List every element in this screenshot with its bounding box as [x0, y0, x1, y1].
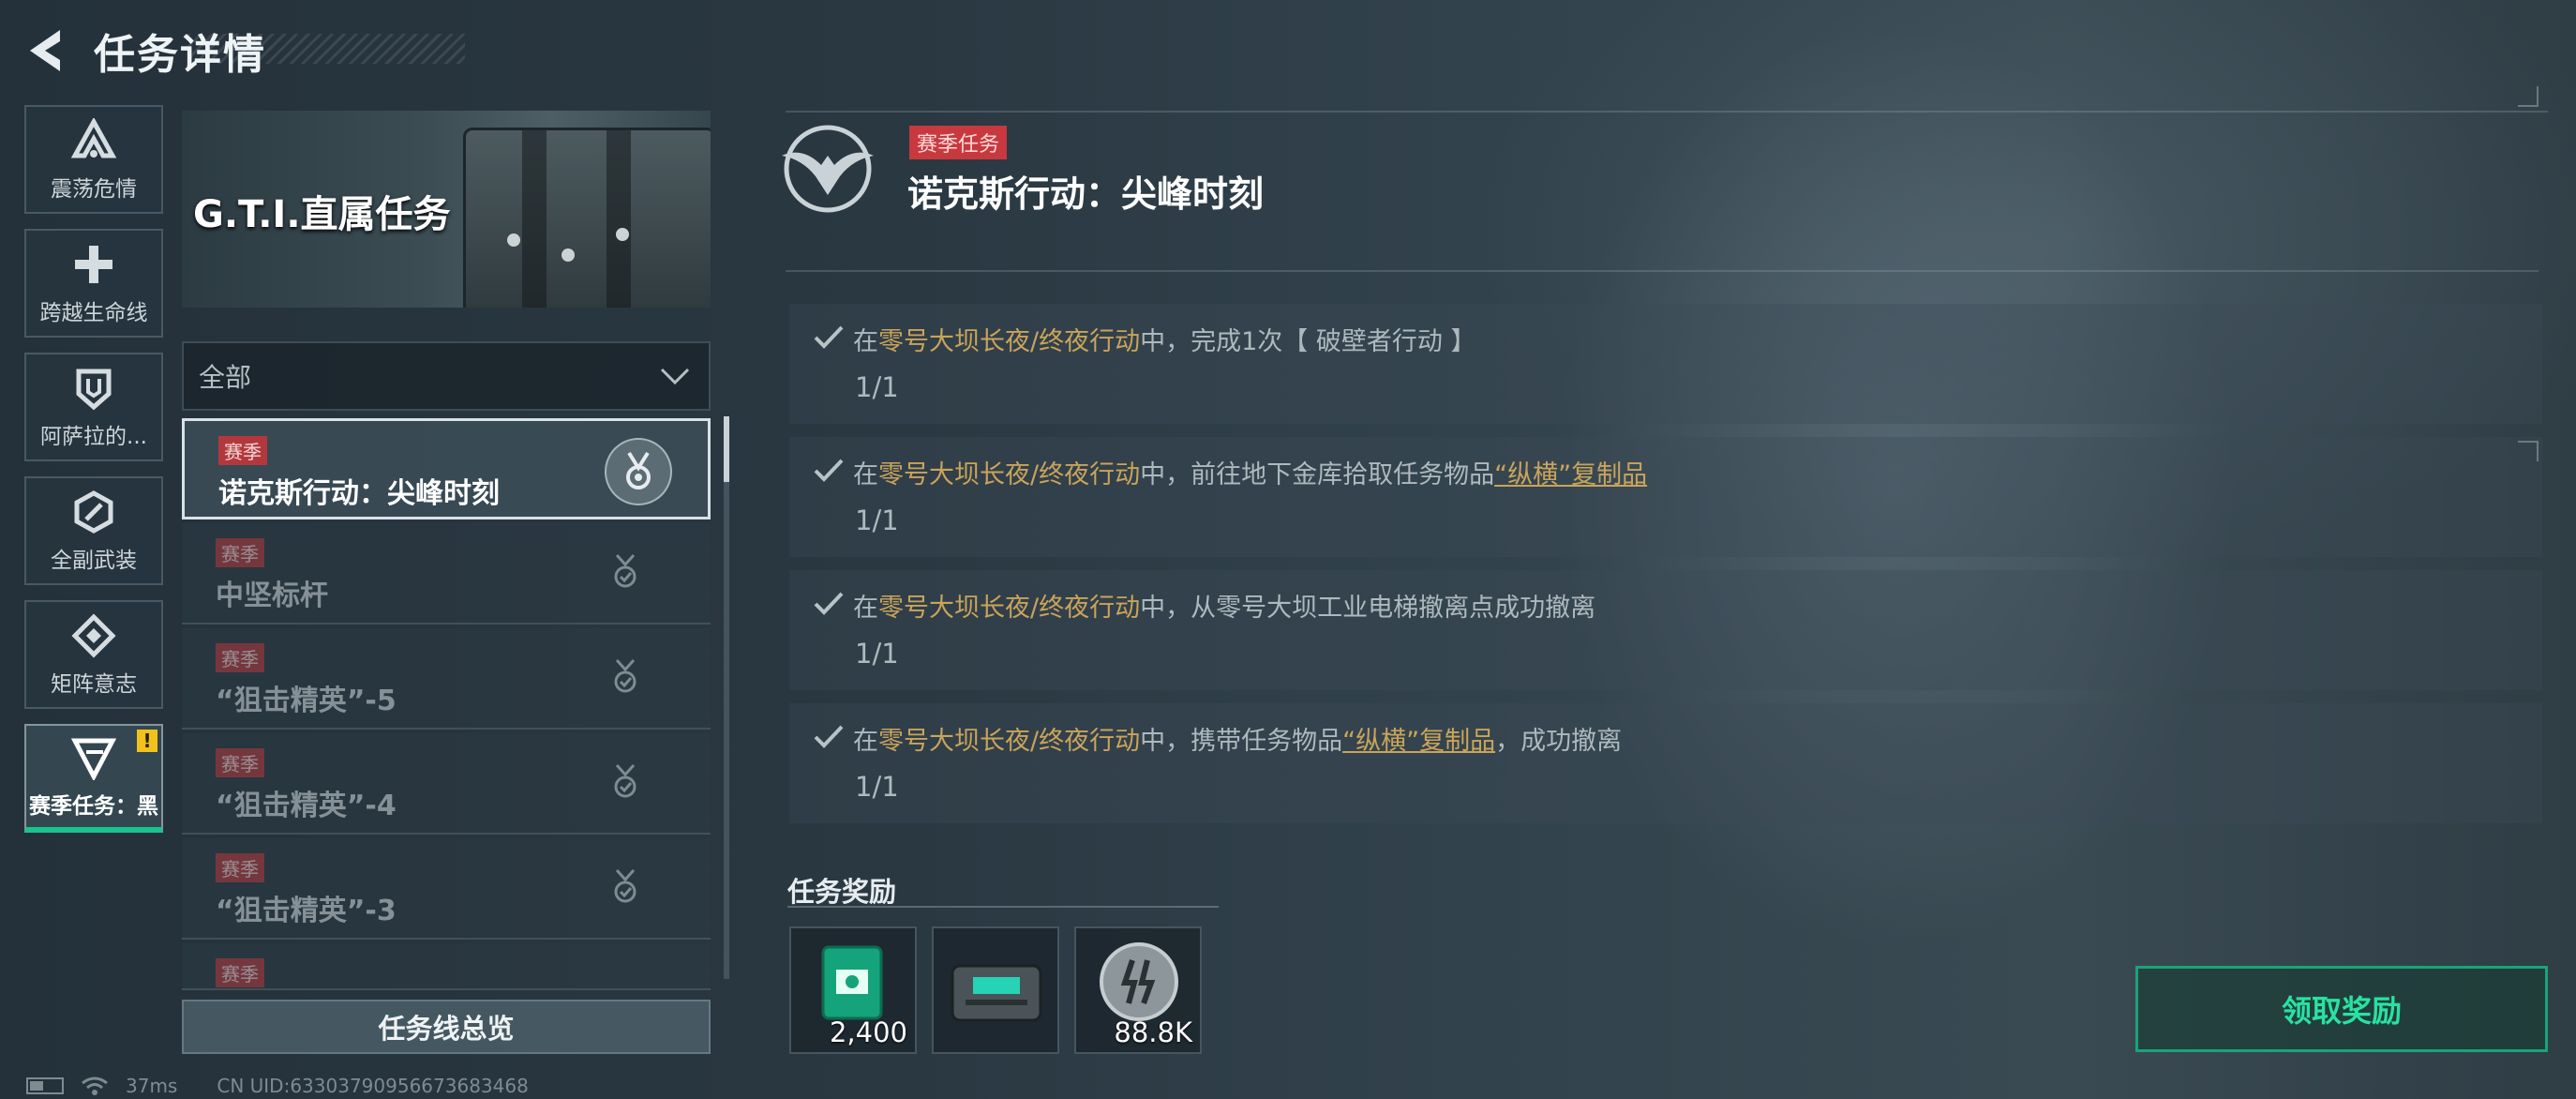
sidebar-item-kuayue[interactable]: 跨越生命线 — [24, 229, 163, 338]
task-item[interactable]: 赛季 “狙击精英”-5 — [182, 628, 711, 730]
objective-progress: 1/1 — [855, 371, 899, 403]
task-item[interactable]: 赛季 “狙击精英”-3 — [182, 838, 711, 940]
sidebar-item-label: 阿萨拉的... — [40, 425, 147, 449]
sidebar-item-label: 跨越生命线 — [39, 301, 148, 325]
shield-icon — [69, 364, 118, 413]
reward-item[interactable]: 88.8K — [1074, 926, 1202, 1054]
sidebar-item-quanfu[interactable]: 全副武装 — [24, 476, 163, 585]
task-item[interactable]: 赛季 “狙击精英”-4 — [182, 733, 711, 835]
season-tag: 赛季 — [218, 436, 267, 465]
sidebar-item-label: 全副武装 — [51, 549, 137, 573]
task-item[interactable]: 赛季 中坚标杆 — [182, 523, 711, 625]
task-name: “狙击精英”-5 — [216, 685, 397, 717]
objective-item: 在零号大坝长夜/终夜行动中，携带任务物品“纵横”复制品，成功撤离 1/1 — [789, 703, 2542, 823]
reward-amount: 2,400 — [829, 1016, 907, 1048]
sidebar-item-zhendang[interactable]: 震荡危情 — [24, 105, 163, 214]
ping-value: 37ms — [126, 1075, 178, 1097]
wifi-icon — [82, 1076, 108, 1095]
objective-progress: 1/1 — [855, 771, 899, 803]
medal-check-icon — [614, 763, 637, 798]
task-line-overview-button[interactable]: 任务线总览 — [182, 1000, 711, 1054]
task-name: “狙击精英”-4 — [216, 790, 397, 822]
task-item-active[interactable]: 赛季 诺克斯行动：尖峰时刻 — [182, 418, 711, 519]
objective-item: 在零号大坝长夜/终夜行动中，完成1次【 破壁者行动 】 1/1 — [789, 304, 2542, 424]
task-name: “狙击精英”-3 — [216, 895, 397, 927]
crate-illustration — [463, 128, 711, 308]
objective-item: 在零号大坝长夜/终夜行动中，前往地下金库拾取任务物品“纵横”复制品 1/1 — [789, 437, 2542, 557]
scrollbar-thumb[interactable] — [724, 416, 729, 482]
season-tag: 赛季 — [216, 748, 264, 777]
objective-text: 在零号大坝长夜/终夜行动中，从零号大坝工业电梯撤离点成功撤离 — [853, 594, 1596, 623]
season-tag: 赛季 — [216, 853, 264, 882]
task-list-scrollbar[interactable] — [724, 416, 729, 979]
objective-progress: 1/1 — [855, 638, 899, 670]
status-bar: 37ms CN UID:6330379095667368346​8 — [26, 1075, 529, 1097]
season-task-tag: 赛季任务 — [909, 126, 1008, 159]
medal-check-icon — [614, 553, 637, 588]
objective-item: 在零号大坝长夜/终夜行动中，从零号大坝工业电梯撤离点成功撤离 1/1 — [789, 570, 2542, 690]
objective-text: 在零号大坝长夜/终夜行动中，前往地下金库拾取任务物品“纵横”复制品 — [853, 460, 1648, 489]
battery-icon — [26, 1077, 64, 1094]
page-title: 任务详情 — [94, 31, 266, 79]
sidebar-item-label: 震荡危情 — [51, 177, 137, 202]
corner-decoration — [2518, 86, 2539, 107]
rewards-title: 任务奖励 — [787, 876, 897, 908]
reward-amount: 88.8K — [1114, 1016, 1192, 1048]
sidebar-item-label: 矩阵意志 — [51, 672, 137, 697]
alert-badge: ! — [137, 730, 157, 752]
check-icon — [814, 325, 844, 349]
supply-crate-icon — [951, 964, 1042, 1022]
medal-icon — [605, 438, 672, 505]
hexagon-link-icon — [69, 488, 118, 536]
eagle-emblem-icon — [774, 122, 881, 216]
chevron-down-icon — [660, 368, 690, 385]
season-tag: 赛季 — [216, 538, 264, 567]
silver-coin-icon — [1100, 942, 1178, 1021]
objective-text: 在零号大坝长夜/终夜行动中，携带任务物品“纵横”复制品，成功撤离 — [853, 727, 1623, 756]
medal-check-icon — [614, 868, 637, 903]
claim-reward-button[interactable]: 领取奖励 — [2135, 966, 2548, 1052]
plus-cross-icon — [69, 240, 118, 289]
chevron-left-icon — [30, 30, 60, 71]
season-tag: 赛季 — [216, 958, 264, 987]
medal-check-icon — [614, 658, 637, 693]
item-link[interactable]: “纵横”复制品 — [1494, 460, 1647, 489]
task-name: 诺克斯行动：尖峰时刻 — [218, 477, 500, 510]
task-filter-dropdown[interactable]: 全部 — [182, 341, 711, 411]
check-icon — [814, 459, 844, 482]
divider — [786, 111, 2548, 113]
check-icon — [814, 592, 844, 615]
back-button[interactable] — [22, 26, 67, 75]
gti-v-icon — [69, 733, 118, 782]
sidebar-item-juzhen[interactable]: 矩阵意志 — [24, 600, 163, 709]
sidebar-item-season[interactable]: ! 赛季任务：黑 — [24, 724, 163, 833]
delta-a-icon — [69, 116, 118, 165]
item-link[interactable]: “纵横”复制品 — [1342, 727, 1495, 756]
banner-title: G.T.I.直属任务 — [193, 193, 451, 236]
objective-text: 在零号大坝长夜/终夜行动中，完成1次【 破壁者行动 】 — [853, 327, 1476, 356]
check-icon — [814, 725, 844, 748]
task-name: 中坚标杆 — [216, 580, 328, 612]
divider — [787, 906, 1219, 908]
task-item[interactable]: 赛季 — [182, 943, 711, 990]
mission-title: 诺克斯行动：尖峰时刻 — [907, 173, 1265, 215]
diamond-matrix-icon — [69, 611, 118, 660]
sidebar-item-asala[interactable]: 阿萨拉的... — [24, 353, 163, 461]
reward-item[interactable] — [932, 926, 1059, 1054]
reward-item[interactable]: 2,400 — [789, 926, 917, 1054]
season-tag: 赛季 — [216, 643, 264, 672]
objective-progress: 1/1 — [855, 504, 899, 536]
sidebar-item-label: 赛季任务：黑 — [29, 794, 158, 819]
uid-text: CN UID:6330379095667368346​8 — [217, 1075, 529, 1097]
corner-decoration — [2518, 441, 2539, 461]
divider — [786, 270, 2539, 272]
filter-selected: 全部 — [199, 362, 252, 393]
green-credit-card-icon — [821, 945, 883, 1020]
